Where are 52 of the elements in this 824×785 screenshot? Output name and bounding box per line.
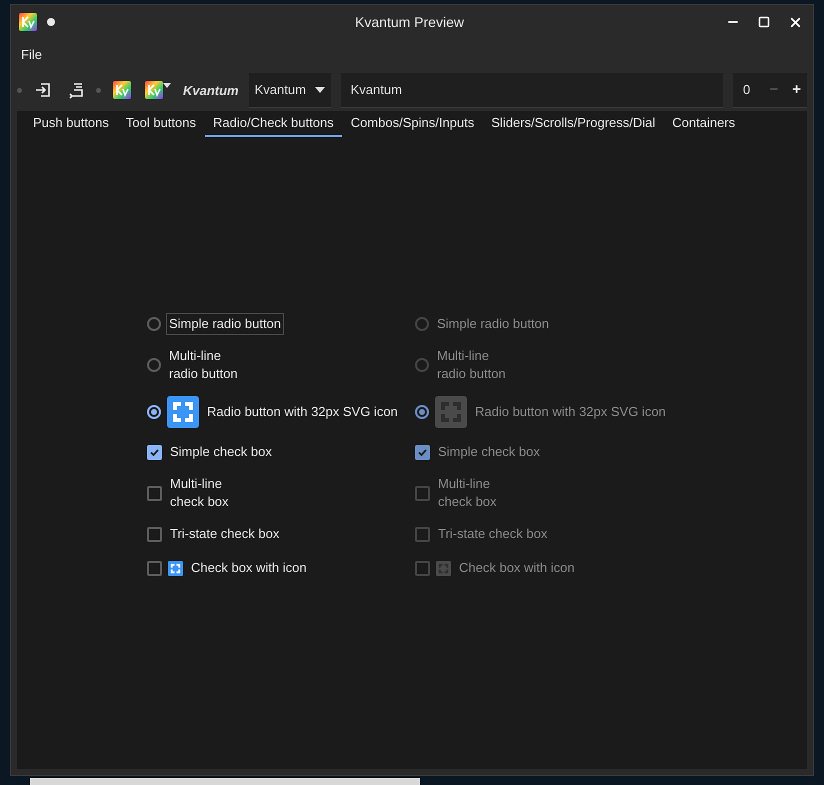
checkbox[interactable] [147,444,162,460]
expand-icon [168,560,183,576]
check-icon [417,446,428,458]
tab[interactable]: Push buttons [25,112,117,137]
radio-button[interactable] [147,405,161,419]
checkbox[interactable] [147,560,162,576]
spin-box[interactable]: 0 − + [733,72,807,108]
style-combo[interactable]: Kvantum [248,72,331,108]
expand-icon [435,396,467,428]
option-label: Check box with icon [190,559,308,577]
window-title: Kvantum Preview [354,14,465,30]
tab[interactable]: Containers [664,112,744,137]
toolbar-handle[interactable] [17,88,22,92]
logo-icon [19,13,37,31]
option-label: Tri-state check box [169,525,280,543]
logo-icon [113,81,131,99]
caret-icon [314,86,325,92]
caret-icon [163,81,171,89]
expand-icon [167,396,199,428]
maximize-button[interactable] [756,14,772,30]
option-label: Radio button with 32px SVG icon [474,403,667,421]
logo-menu-button[interactable] [143,79,173,101]
option-label: Radio button with 32px SVG icon [206,403,399,421]
style-label: Kvantum [183,82,239,98]
tab[interactable]: Radio/Check buttons [205,112,342,137]
tab[interactable]: Tool buttons [118,112,204,137]
toolbar-handle[interactable] [96,88,101,92]
option-label: Tri-state check box [437,525,548,543]
option-label: Multi-line check box [437,475,498,511]
dot-icon [47,18,55,26]
check-icon [149,446,160,458]
text-field[interactable]: Kvantum [340,72,723,108]
option-label: Check box with icon [458,559,576,577]
option-label: Simple radio button [436,315,550,333]
expand-icon [436,560,451,576]
logo-button[interactable] [111,79,133,101]
radio-button[interactable] [147,358,161,372]
option-label: Multi-line radio button [436,347,507,383]
menu-item[interactable]: File [21,44,42,64]
maximize-icon [758,16,770,28]
option-label: Simple check box [437,443,541,461]
option-label: Multi-line check box [169,475,230,511]
increment-button[interactable]: + [792,81,801,98]
option-label: Simple check box [169,443,273,461]
option-label: Simple radio button [167,314,284,334]
logo-icon [145,81,163,99]
radio-button[interactable] [147,317,161,331]
checkbox[interactable] [147,486,162,500]
tab[interactable]: Sliders/Scrolls/Progress/Dial [483,112,664,137]
checkbox[interactable] [147,526,162,542]
option-label: Multi-line radio button [168,347,239,383]
tab[interactable]: Combos/Spins/Inputs [342,112,482,137]
